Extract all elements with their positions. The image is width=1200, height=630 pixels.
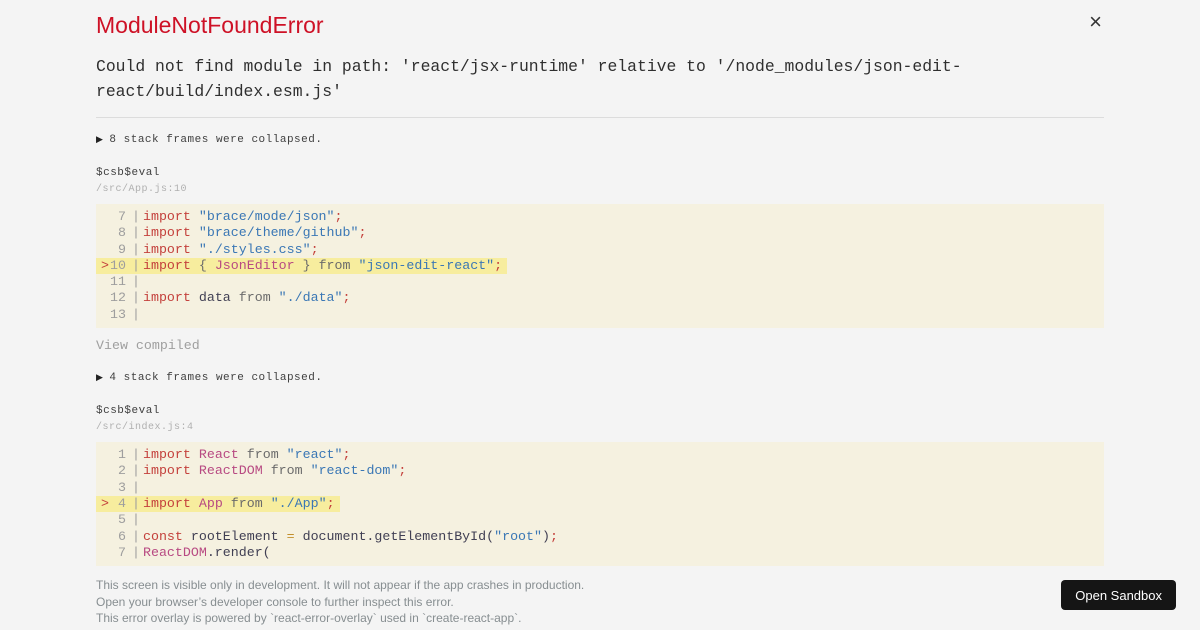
line-number: 1 (118, 447, 126, 463)
line-marker (96, 447, 109, 463)
footer-note: This error overlay is powered by `react-… (96, 611, 522, 626)
code-text: ReactDOM.render( (142, 544, 271, 560)
code-line: 2 | import ReactDOM from "react-dom"; (96, 463, 1104, 479)
gutter-separator: | (132, 495, 140, 511)
line-number: 5 (118, 512, 126, 528)
code-frame: 7 | import "brace/mode/json"; 8 | import "br… (96, 204, 1104, 329)
line-number: 11 (110, 274, 126, 290)
code-text: import data from "./data"; (142, 290, 351, 306)
gutter-separator: | (132, 290, 140, 306)
line-number: 12 (110, 290, 126, 306)
view-compiled-link[interactable]: View compiled (96, 339, 1104, 353)
code-line: 7 | import "brace/mode/json"; (96, 209, 1104, 225)
code-line: 13 | (96, 307, 1104, 323)
gutter-separator: | (132, 479, 140, 495)
code-text: import "./styles.css"; (142, 241, 319, 257)
code-line: 12 | import data from "./data"; (96, 290, 1104, 306)
line-marker (96, 290, 109, 306)
code-text: import App from "./App"; (142, 495, 335, 511)
frame-location: /src/App.js:10 (96, 184, 188, 195)
gutter-separator: | (132, 463, 140, 479)
collapsed-frames-label: 4 stack frames were collapsed. (109, 372, 323, 385)
line-number: 4 (118, 495, 126, 511)
gutter-separator: | (132, 544, 140, 560)
line-number: 13 (110, 306, 126, 322)
code-line: 11 | (96, 274, 1104, 290)
gutter-separator: | (132, 306, 140, 322)
line-number: 7 (118, 544, 126, 560)
code-text: import { JsonEditor } from "json-edit-re… (142, 257, 503, 273)
error-title: ModuleNotFoundError (96, 12, 324, 38)
footer-note: This screen is visible only in developme… (96, 578, 585, 593)
gutter-separator: | (132, 209, 140, 224)
code-text: import "brace/mode/json"; (142, 209, 343, 224)
triangle-right-icon: ▶ (96, 135, 104, 145)
error-line-marker: > (101, 495, 109, 511)
code-text: import "brace/theme/github"; (142, 225, 367, 241)
footer: This screen is visible only in developme… (96, 577, 1104, 627)
code-line: 1 | import React from "react"; (96, 447, 1104, 463)
frame-function: $csb$eval (96, 405, 160, 418)
code-frame: 1 | import React from "react"; 2 | import Re… (96, 442, 1104, 567)
divider (96, 117, 1104, 118)
line-number: 2 (118, 463, 126, 479)
collapsed-frames-toggle[interactable]: ▶ 4 stack frames were collapsed. (96, 371, 1104, 385)
gutter-separator: | (132, 241, 140, 257)
code-line: 5 | (96, 512, 1104, 528)
collapsed-frames-toggle[interactable]: ▶ 8 stack frames were collapsed. (96, 133, 1104, 147)
gutter-separator: | (132, 447, 140, 463)
line-marker (96, 463, 109, 479)
code-line: >4 | import App from "./App"; (96, 495, 1104, 513)
code-line: 3 | (96, 480, 1104, 496)
gutter-separator: | (132, 257, 140, 273)
gutter-separator: | (132, 225, 140, 241)
code-text: import ReactDOM from "react-dom"; (142, 463, 407, 479)
frame-location: /src/index.js:4 (96, 422, 194, 434)
code-text: import React from "react"; (142, 447, 351, 463)
line-number: 7 (118, 209, 126, 224)
line-marker (96, 480, 109, 496)
close-icon[interactable]: × (1089, 11, 1102, 33)
line-marker (96, 512, 109, 528)
code-line: >10 | import { JsonEditor } from "json-edi… (96, 257, 1104, 275)
line-number: 6 (118, 528, 126, 544)
error-line-marker: > (101, 257, 109, 273)
gutter-separator: | (132, 528, 140, 544)
gutter-separator: | (132, 512, 140, 528)
line-marker (96, 274, 109, 290)
open-sandbox-button[interactable]: Open Sandbox (1061, 580, 1176, 610)
code-line: 7 | ReactDOM.render( (96, 545, 1104, 561)
line-number: 10 (110, 257, 126, 273)
line-number: 3 (118, 479, 126, 495)
line-marker (96, 225, 109, 241)
line-marker (96, 242, 109, 258)
code-line: 9 | import "./styles.css"; (96, 242, 1104, 258)
collapsed-frames-label: 8 stack frames were collapsed. (109, 134, 323, 146)
line-number: 9 (118, 241, 126, 257)
line-marker (96, 529, 109, 545)
line-number: 8 (118, 225, 126, 241)
code-text: const rootElement = document.getElementB… (142, 528, 558, 544)
line-marker (96, 545, 109, 561)
code-line: 8 | import "brace/theme/github"; (96, 225, 1104, 241)
gutter-separator: | (132, 274, 140, 290)
code-line: 6 | const rootElement = document.getElemen… (96, 529, 1104, 545)
footer-note: Open your browser’s developer console to… (96, 594, 454, 609)
frame-function: $csb$eval (96, 167, 160, 179)
line-marker (96, 307, 109, 323)
line-marker (96, 209, 109, 225)
error-message: Could not find module in path: 'react/js… (96, 57, 962, 101)
error-overlay: × ModuleNotFoundError Could not find mod… (0, 0, 1200, 630)
triangle-right-icon: ▶ (96, 373, 104, 384)
